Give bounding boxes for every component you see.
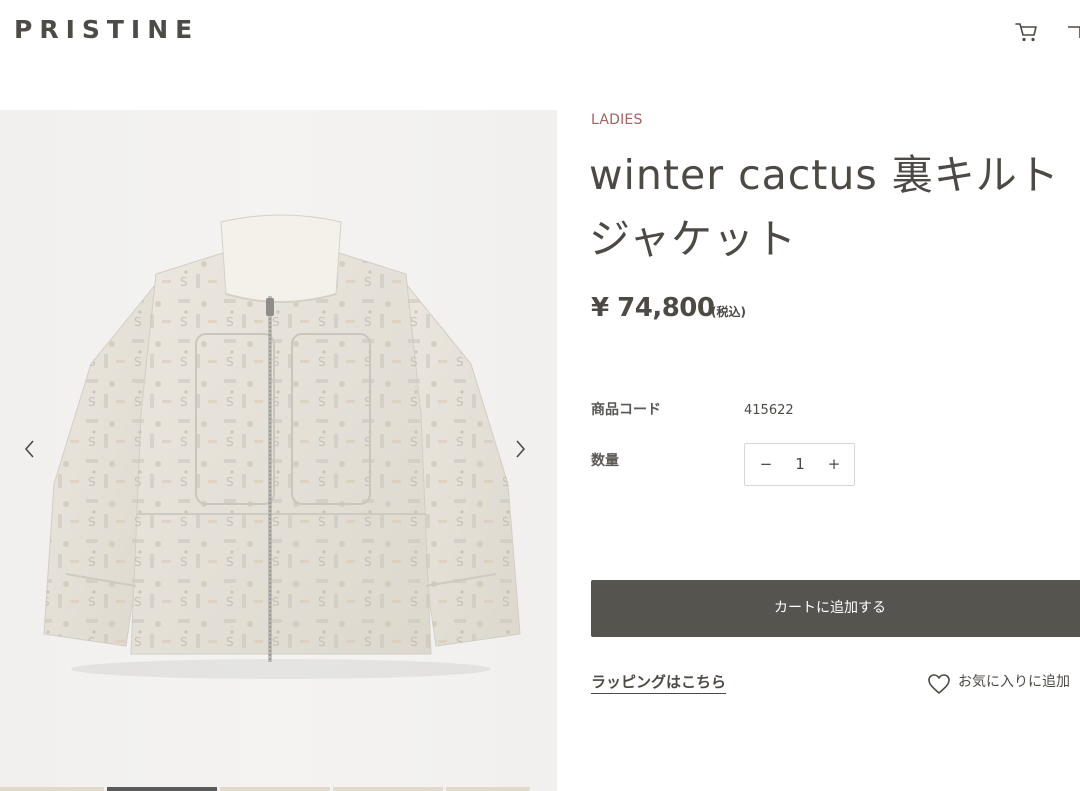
product-code-label: 商品コード xyxy=(591,402,661,418)
tax-note: (税込) xyxy=(711,305,746,319)
heart-icon xyxy=(928,674,950,694)
wrapping-link[interactable]: ラッピングはこちら xyxy=(591,672,727,694)
product-category[interactable]: LADIES xyxy=(591,110,643,130)
jacket-image[interactable]: S xyxy=(36,214,526,684)
add-to-cart-label: カートに追加する xyxy=(774,600,886,616)
cart-icon[interactable] xyxy=(1014,20,1040,44)
chevron-left-icon[interactable] xyxy=(18,436,42,462)
quantity-label: 数量 xyxy=(591,453,619,469)
product-code-value: 415622 xyxy=(744,403,794,418)
product-title: winter cactus 裏キルト ジャケット xyxy=(589,151,1060,263)
thumbnail[interactable] xyxy=(446,787,530,791)
quantity-input[interactable] xyxy=(785,453,815,475)
quantity-stepper: − + xyxy=(744,443,855,486)
chevron-right-icon[interactable] xyxy=(508,436,532,462)
thumbnail[interactable] xyxy=(220,787,330,791)
quantity-decrease-button[interactable]: − xyxy=(755,453,777,475)
product-price: ¥ 74,800 xyxy=(591,293,715,323)
thumbnail-active[interactable] xyxy=(107,787,217,791)
thumbnail[interactable] xyxy=(333,787,443,791)
add-to-cart-button[interactable]: カートに追加する xyxy=(591,580,1080,637)
product-page: PRISTINE S xyxy=(0,0,1080,791)
product-gallery: S xyxy=(0,110,557,791)
favorite-label: お気に入りに追加 xyxy=(958,674,1070,690)
site-logo[interactable]: PRISTINE xyxy=(14,15,199,45)
menu-icon[interactable] xyxy=(1066,20,1080,44)
thumbnail[interactable] xyxy=(0,787,104,791)
quantity-increase-button[interactable]: + xyxy=(823,453,845,475)
thumbnail-strip xyxy=(0,787,557,791)
